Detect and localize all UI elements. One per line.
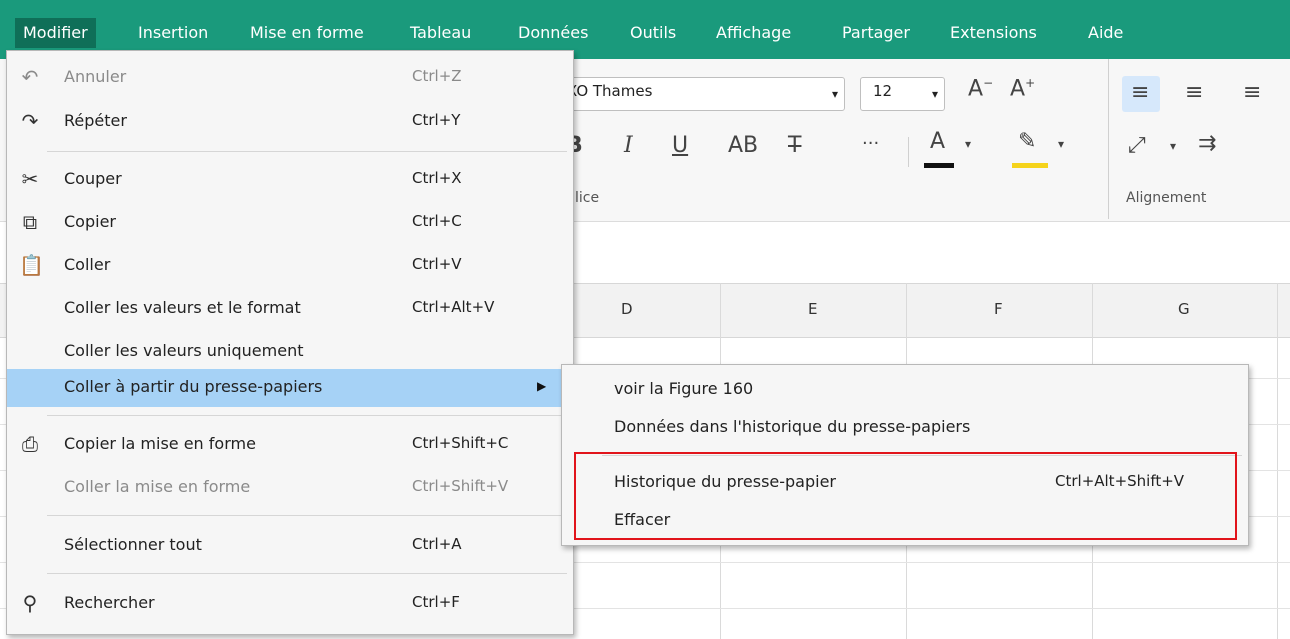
menu-item-label: Rechercher — [64, 593, 155, 612]
align-left-icon: ≡ — [1131, 80, 1150, 105]
menu-item-rechercher[interactable]: ⚲ Rechercher Ctrl+F — [7, 585, 573, 623]
menu-item-coller-valeurs-uniquement[interactable]: Coller les valeurs uniquement — [7, 333, 573, 371]
menu-item-shortcut: Ctrl+Alt+V — [412, 298, 495, 316]
chevron-down-icon: ▾ — [831, 87, 838, 101]
increase-font-icon[interactable]: A+ — [1010, 76, 1035, 101]
menu-item-shortcut: Ctrl+Z — [412, 67, 462, 85]
menu-item-label: Coller les valeurs et le format — [64, 298, 301, 317]
menu-item-label: Copier — [64, 212, 116, 231]
menu-donnees[interactable]: Données — [510, 18, 596, 48]
menu-item-coller[interactable]: 📋 Coller Ctrl+V — [7, 247, 573, 285]
highlight-annotation-box — [574, 452, 1237, 540]
menu-item-shortcut: Ctrl+F — [412, 593, 460, 611]
menu-outils[interactable]: Outils — [622, 18, 684, 48]
text-rotation-icon[interactable]: ⤢ — [1128, 133, 1146, 158]
font-family-value: XO Thames — [567, 82, 653, 100]
menu-item-label: voir la Figure 160 — [614, 379, 754, 398]
menu-item-coller-valeurs-format[interactable]: Coller les valeurs et le format Ctrl+Alt… — [7, 290, 573, 328]
submenu-item-clipboard-data[interactable]: Données dans l'historique du presse-papi… — [562, 409, 1248, 445]
wrap-text-icon[interactable]: ⇉ — [1198, 131, 1216, 156]
copy-icon: ⧉ — [22, 210, 38, 234]
menu-item-copier-mise-en-forme[interactable]: ⎙ Copier la mise en forme Ctrl+Shift+C — [7, 426, 573, 464]
column-header-g[interactable]: G — [1178, 300, 1190, 318]
menu-item-label: Coller — [64, 255, 111, 274]
font-size-value: 12 — [873, 82, 893, 100]
menu-item-coller-mise-en-forme[interactable]: Coller la mise en forme Ctrl+Shift+V — [7, 469, 573, 507]
menu-item-shortcut: Ctrl+X — [412, 169, 462, 187]
chevron-down-icon[interactable]: ▾ — [1058, 137, 1064, 151]
ribbon-divider — [1108, 59, 1109, 219]
menu-item-shortcut: Ctrl+Shift+C — [412, 434, 509, 452]
more-icon[interactable]: ··· — [862, 133, 879, 154]
menu-item-coller-presse-papiers[interactable]: Coller à partir du presse-papiers ▶ — [7, 369, 573, 407]
menu-item-label: Copier la mise en forme — [64, 434, 256, 453]
menu-separator — [47, 515, 567, 516]
menu-item-label: Répéter — [64, 111, 127, 130]
menu-item-repeter[interactable]: ↷ Répéter Ctrl+Y — [7, 103, 573, 141]
submenu-arrow-icon: ▶ — [537, 379, 547, 393]
menu-separator — [47, 151, 567, 152]
menu-aide[interactable]: Aide — [1080, 18, 1131, 48]
font-color-swatch — [924, 163, 954, 168]
submenu-item-figure[interactable]: voir la Figure 160 — [562, 371, 1248, 407]
ribbon-divider — [908, 137, 909, 167]
menu-affichage[interactable]: Affichage — [708, 18, 799, 48]
menu-modifier[interactable]: Modifier — [15, 18, 96, 48]
chevron-down-icon[interactable]: ▾ — [1170, 139, 1176, 153]
chevron-down-icon[interactable]: ▾ — [965, 137, 971, 151]
caps-icon[interactable]: AB — [728, 133, 758, 158]
menu-mise-en-forme[interactable]: Mise en forme — [242, 18, 372, 48]
menu-item-label: Couper — [64, 169, 122, 188]
menu-item-shortcut: Ctrl+Shift+V — [412, 477, 509, 495]
align-left-button[interactable]: ≡ — [1122, 76, 1160, 112]
menu-item-couper[interactable]: ✂ Couper Ctrl+X — [7, 161, 573, 199]
edit-menu: ↶ Annuler Ctrl+Z ↷ Répéter Ctrl+Y ✂ Coup… — [6, 50, 574, 635]
search-icon: ⚲ — [22, 591, 38, 615]
menu-item-shortcut: Ctrl+Y — [412, 111, 461, 129]
menu-item-shortcut: Ctrl+A — [412, 535, 462, 553]
highlighter-icon[interactable]: ✎ — [1018, 129, 1036, 154]
strikethrough-icon[interactable]: T — [788, 133, 801, 158]
highlight-color-swatch — [1012, 163, 1048, 168]
scissors-icon: ✂ — [21, 167, 39, 191]
menu-tableau[interactable]: Tableau — [402, 18, 479, 48]
chevron-down-icon: ▾ — [931, 87, 938, 101]
alignment-group-label: Alignement — [1126, 190, 1207, 206]
font-family-select[interactable]: XO Thames ▾ — [560, 77, 845, 111]
underline-icon[interactable]: U — [672, 133, 688, 158]
menu-partager[interactable]: Partager — [834, 18, 918, 48]
decrease-font-icon[interactable]: A− — [968, 76, 993, 101]
font-size-select[interactable]: 12 ▾ — [860, 77, 945, 111]
align-right-icon[interactable]: ≡ — [1243, 80, 1261, 105]
menu-item-label: Sélectionner tout — [64, 535, 202, 554]
menu-insertion[interactable]: Insertion — [130, 18, 216, 48]
menu-item-shortcut: Ctrl+V — [412, 255, 462, 273]
menu-item-label: Coller la mise en forme — [64, 477, 251, 496]
column-header-d[interactable]: D — [621, 300, 633, 318]
format-painter-icon: ⎙ — [22, 432, 38, 456]
menu-item-label: Coller les valeurs uniquement — [64, 341, 304, 360]
paste-icon: 📋 — [19, 253, 44, 277]
italic-icon[interactable]: I — [624, 133, 633, 158]
align-center-icon[interactable]: ≡ — [1185, 80, 1203, 105]
menu-item-label: Annuler — [64, 67, 127, 86]
menu-separator — [47, 415, 567, 416]
column-header-f[interactable]: F — [994, 300, 1003, 318]
font-color-icon[interactable]: A — [930, 129, 945, 154]
menu-item-annuler[interactable]: ↶ Annuler Ctrl+Z — [7, 59, 573, 97]
menu-item-label: Données dans l'historique du presse-papi… — [614, 417, 971, 436]
column-header-e[interactable]: E — [808, 300, 817, 318]
font-group-label: lice — [575, 190, 600, 206]
menu-item-label: Coller à partir du presse-papiers — [64, 377, 323, 396]
menu-item-copier[interactable]: ⧉ Copier Ctrl+C — [7, 204, 573, 242]
undo-icon: ↶ — [21, 65, 39, 89]
menu-item-shortcut: Ctrl+C — [412, 212, 462, 230]
redo-icon: ↷ — [21, 109, 39, 133]
menu-separator — [47, 573, 567, 574]
menu-extensions[interactable]: Extensions — [942, 18, 1045, 48]
menu-item-selectionner-tout[interactable]: Sélectionner tout Ctrl+A — [7, 527, 573, 565]
